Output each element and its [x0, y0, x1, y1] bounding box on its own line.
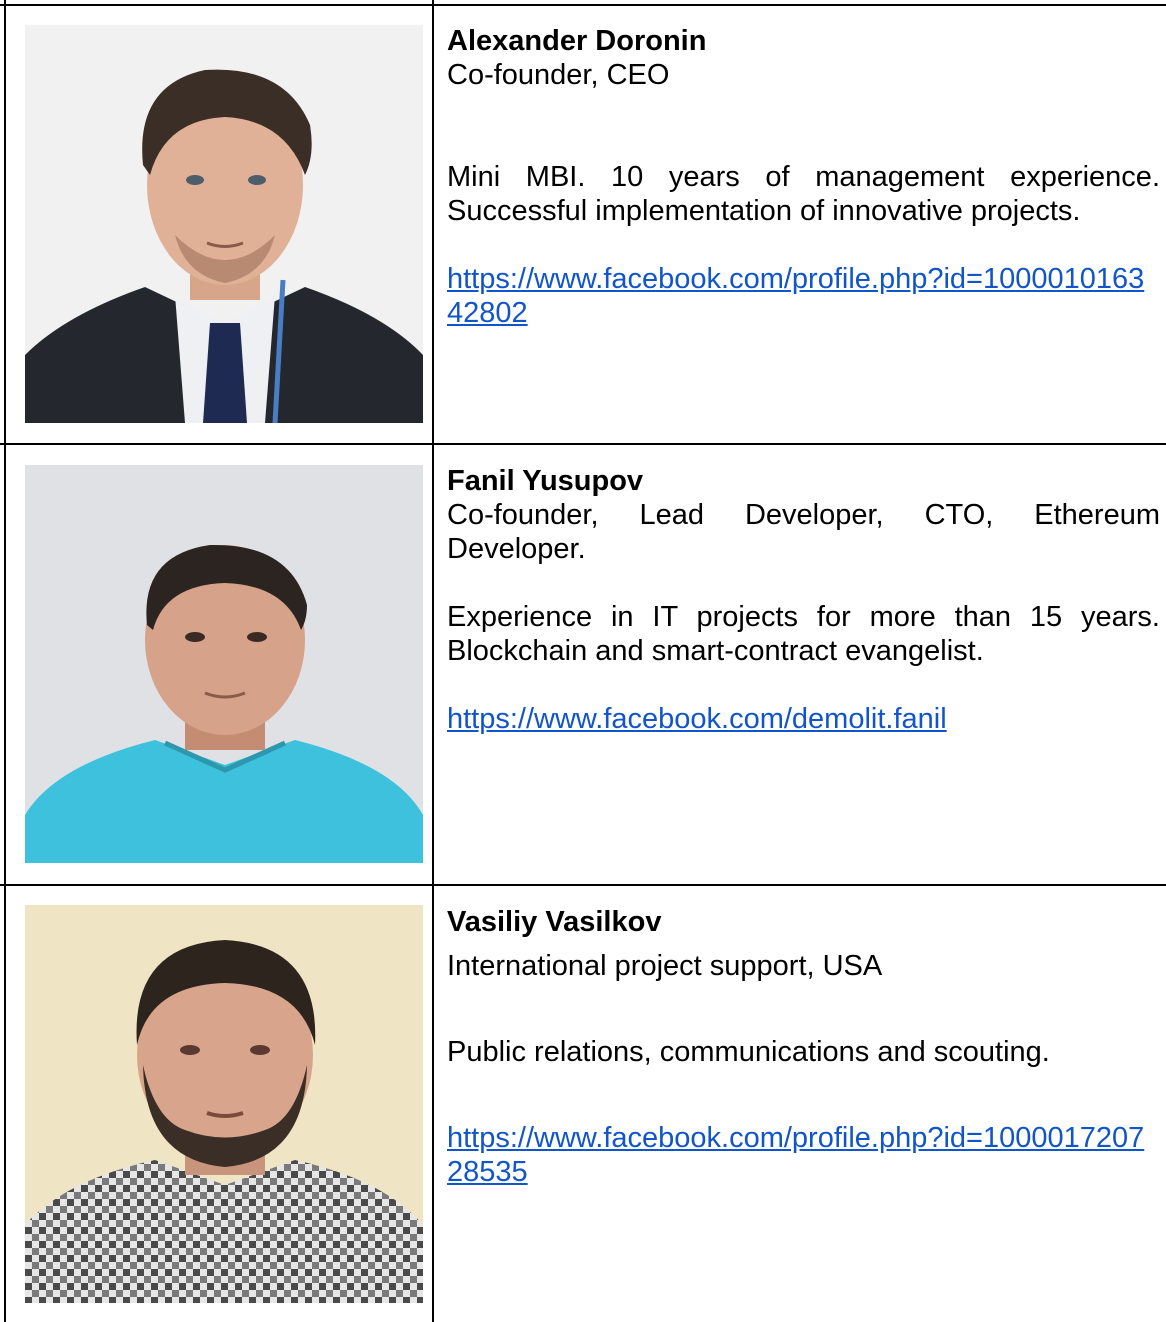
- column-divider: [432, 0, 434, 1322]
- member-info: Fanil Yusupov Co-founder, Lead Developer…: [447, 464, 1160, 736]
- portrait-alexander: [25, 25, 423, 423]
- member-role: Co-founder, CEO: [447, 59, 670, 91]
- member-name: Alexander Doronin: [447, 25, 707, 57]
- member-photo: [25, 25, 423, 423]
- member-info: Alexander Doronin Co-founder, CEO Mini M…: [447, 24, 1160, 330]
- table-border-left: [4, 0, 6, 1322]
- row-divider: [0, 884, 1166, 886]
- member-role: Co-founder, Lead Developer, CTO, Ethereu…: [447, 499, 1160, 565]
- portrait-vasiliy: [25, 905, 423, 1303]
- table-border-top: [0, 4, 1166, 6]
- member-bio: Mini MBI. 10 years of management experie…: [447, 161, 1160, 227]
- member-name: Fanil Yusupov: [447, 465, 644, 497]
- member-name: Vasiliy Vasilkov: [447, 906, 662, 938]
- member-photo: [25, 905, 423, 1303]
- facebook-link[interactable]: https://www.facebook.com/demolit.fanil: [447, 702, 1160, 736]
- team-table: Alexander Doronin Co-founder, CEO Mini M…: [0, 0, 1166, 1322]
- member-info: Vasiliy Vasilkov International project s…: [447, 905, 1160, 1189]
- facebook-link[interactable]: https://www.facebook.com/profile.php?id=…: [447, 262, 1160, 330]
- facebook-link[interactable]: https://www.facebook.com/profile.php?id=…: [447, 1121, 1160, 1189]
- member-bio: Public relations, communications and sco…: [447, 1036, 1050, 1068]
- member-bio: Experience in IT projects for more than …: [447, 601, 1160, 667]
- member-photo: [25, 465, 423, 863]
- member-role: International project support, USA: [447, 950, 883, 982]
- portrait-fanil: [25, 465, 423, 863]
- row-divider: [0, 443, 1166, 445]
